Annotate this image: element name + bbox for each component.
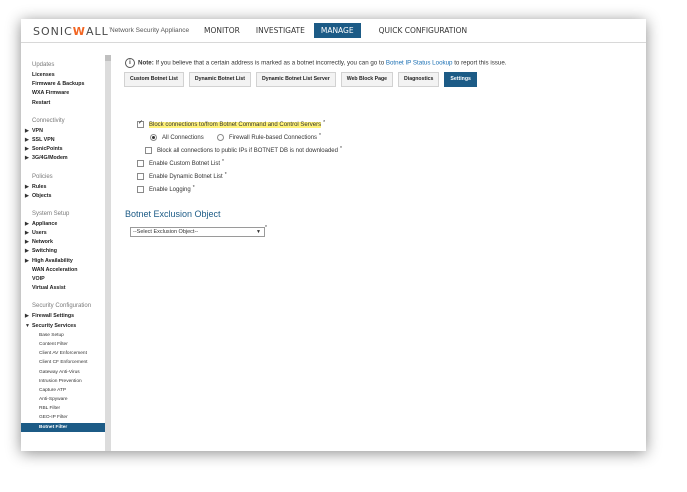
sidebar-item-voip[interactable]: VOIP [21, 275, 105, 284]
sidebar-item-network[interactable]: ▶ Network [21, 238, 105, 247]
enable-dynamic-botnet-list-label: Enable Dynamic Botnet List [149, 173, 223, 180]
expand-arrow-icon: ▶ [25, 230, 29, 237]
sidebar-subitem-base-setup[interactable]: Base Setup [21, 331, 105, 340]
sidebar-item-3g4g-modem[interactable]: ▶ 3G/4G/Modem [21, 154, 105, 163]
block-connections-label: Block connections to/from Botnet Command… [149, 121, 322, 128]
sidebar-item-licenses[interactable]: Licenses [21, 71, 105, 80]
sidebar-item-restart[interactable]: Restart [21, 99, 105, 108]
all-connections-radio[interactable] [150, 134, 157, 141]
tab-bar: Custom Botnet List Dynamic Botnet List D… [124, 72, 482, 87]
expand-arrow-icon: ▶ [25, 136, 29, 143]
sidebar-subitem-client-cf-enforcement[interactable]: Client CF Enforcement [21, 358, 105, 367]
sidebar-item-switching[interactable]: ▶ Switching [21, 247, 105, 256]
botnet-ip-status-lookup-link[interactable]: Botnet IP Status Lookup [386, 60, 453, 67]
info-icon: i [125, 58, 135, 68]
firewall-rule-based-label: Firewall Rule-based Connections [229, 134, 318, 141]
sidebar-subitem-capture-atp[interactable]: Capture ATP [21, 386, 105, 395]
expand-arrow-icon: ▶ [25, 127, 29, 134]
sidebar-item-security-services[interactable]: ▼ Security Services [21, 322, 105, 331]
option-all-connections: All Connections [150, 134, 204, 141]
all-connections-label: All Connections [162, 134, 204, 141]
block-connections-checkbox[interactable] [137, 119, 144, 128]
block-public-ips-checkbox[interactable] [145, 147, 152, 154]
app-window: SONICWALL™ Network Security Appliance MO… [21, 19, 646, 451]
sidebar: Updates Licenses Firmware & Backups WXA … [21, 55, 105, 451]
sidebar-item-ssl-vpn[interactable]: ▶ SSL VPN [21, 136, 105, 145]
note-banner: i Note: If you believe that a certain add… [125, 58, 506, 68]
sidebar-subitem-geo-ip-filter[interactable]: GEO-IP Filter [21, 413, 105, 422]
enable-dynamic-botnet-list-checkbox[interactable] [137, 173, 144, 180]
sidebar-item-wxa-firmware[interactable]: WXA Firmware [21, 89, 105, 98]
sidebar-item-virtual-assist[interactable]: Virtual Assist [21, 284, 105, 293]
exclusion-required-star: * [265, 225, 267, 231]
chevron-down-icon: ▼ [256, 229, 261, 235]
option-enable-dynamic-botnet-list: Enable Dynamic Botnet List * [137, 172, 227, 180]
expand-arrow-icon: ▶ [25, 248, 29, 255]
sidebar-item-high-availability[interactable]: ▶ High Availability [21, 257, 105, 266]
nav-monitor[interactable]: MONITOR [197, 23, 247, 38]
enable-logging-checkbox[interactable] [137, 186, 144, 193]
expand-arrow-icon: ▶ [25, 220, 29, 227]
nav-quick-configuration[interactable]: QUICK CONFIGURATION [372, 23, 474, 38]
sidebar-subitem-intrusion-prevention[interactable]: Intrusion Prevention [21, 377, 105, 386]
firewall-rule-based-radio[interactable] [217, 134, 224, 141]
botnet-exclusion-object-title: Botnet Exclusion Object [125, 209, 221, 219]
sidebar-section-connectivity: Connectivity [32, 117, 65, 124]
main-content: i Note: If you believe that a certain add… [111, 42, 646, 451]
sidebar-section-policies: Policies [32, 173, 53, 180]
enable-logging-label: Enable Logging [149, 186, 191, 193]
option-block-connections: Block connections to/from Botnet Command… [137, 119, 325, 128]
sidebar-section-updates: Updates [32, 62, 55, 68]
nav-investigate[interactable]: INVESTIGATE [249, 23, 312, 38]
option-enable-custom-botnet-list: Enable Custom Botnet List * [137, 159, 224, 167]
enable-custom-botnet-list-checkbox[interactable] [137, 160, 144, 167]
sidebar-subitem-client-av-enforcement[interactable]: Client AV Enforcement [21, 349, 105, 358]
expand-arrow-icon: ▶ [25, 239, 29, 246]
expand-arrow-icon: ▶ [25, 313, 29, 320]
enable-custom-botnet-list-label: Enable Custom Botnet List [149, 160, 221, 167]
tab-dynamic-botnet-list-server[interactable]: Dynamic Botnet List Server [256, 72, 336, 87]
option-firewall-rule-based: Firewall Rule-based Connections * [217, 133, 321, 141]
expand-arrow-icon: ▶ [25, 192, 29, 199]
block-public-ips-label: Block all connections to public IPs if B… [157, 147, 338, 154]
expand-arrow-icon: ▶ [25, 146, 29, 153]
tab-dynamic-botnet-list[interactable]: Dynamic Botnet List [188, 72, 251, 87]
sidebar-section-security-configuration: Security Configuration [32, 303, 92, 310]
sidebar-item-users[interactable]: ▶ Users [21, 229, 105, 238]
collapse-arrow-icon: ▼ [25, 322, 30, 329]
sidebar-item-vpn[interactable]: ▶ VPN [21, 127, 105, 136]
sidebar-subitem-rbl-filter[interactable]: RBL Filter [21, 404, 105, 413]
sidebar-item-appliance[interactable]: ▶ Appliance [21, 220, 105, 229]
expand-arrow-icon: ▶ [25, 155, 29, 162]
sidebar-item-firewall-settings[interactable]: ▶ Firewall Settings [21, 312, 105, 321]
tab-web-block-page[interactable]: Web Block Page [340, 72, 394, 87]
nav-manage[interactable]: MANAGE [313, 23, 361, 38]
option-block-public-ips: Block all connections to public IPs if B… [145, 146, 342, 154]
sidebar-item-objects[interactable]: ▶ Objects [21, 192, 105, 201]
tab-diagnostics[interactable]: Diagnostics [398, 72, 440, 87]
option-enable-logging: Enable Logging * [137, 185, 195, 193]
tab-settings[interactable]: Settings [444, 72, 477, 87]
sonicwall-logo: SONICWALL™ [33, 25, 114, 38]
sidebar-item-firmware-backups[interactable]: Firmware & Backups [21, 80, 105, 89]
sidebar-subitem-content-filter[interactable]: Content Filter [21, 340, 105, 349]
product-name: Network Security Appliance [110, 27, 190, 34]
sidebar-subitem-gateway-anti-virus[interactable]: Gateway Anti-Virus [21, 368, 105, 377]
top-nav: MONITOR INVESTIGATE MANAGE QUICK CONFIGU… [197, 23, 476, 38]
sidebar-item-wan-acceleration[interactable]: WAN Acceleration [21, 266, 105, 275]
sidebar-item-rules[interactable]: ▶ Rules [21, 183, 105, 192]
top-header: SONICWALL™ Network Security Appliance MO… [21, 19, 646, 43]
expand-arrow-icon: ▶ [25, 183, 29, 190]
tab-custom-botnet-list[interactable]: Custom Botnet List [124, 72, 184, 87]
sidebar-section-system-setup: System Setup [32, 210, 70, 217]
sidebar-subitem-botnet-filter[interactable]: Botnet Filter [21, 422, 105, 432]
sidebar-item-sonicpoints[interactable]: ▶ SonicPoints [21, 145, 105, 154]
exclusion-object-select[interactable]: --Select Exclusion Object-- ▼ [130, 227, 265, 237]
expand-arrow-icon: ▶ [25, 257, 29, 264]
sidebar-subitem-anti-spyware[interactable]: Anti-Spyware [21, 395, 105, 404]
